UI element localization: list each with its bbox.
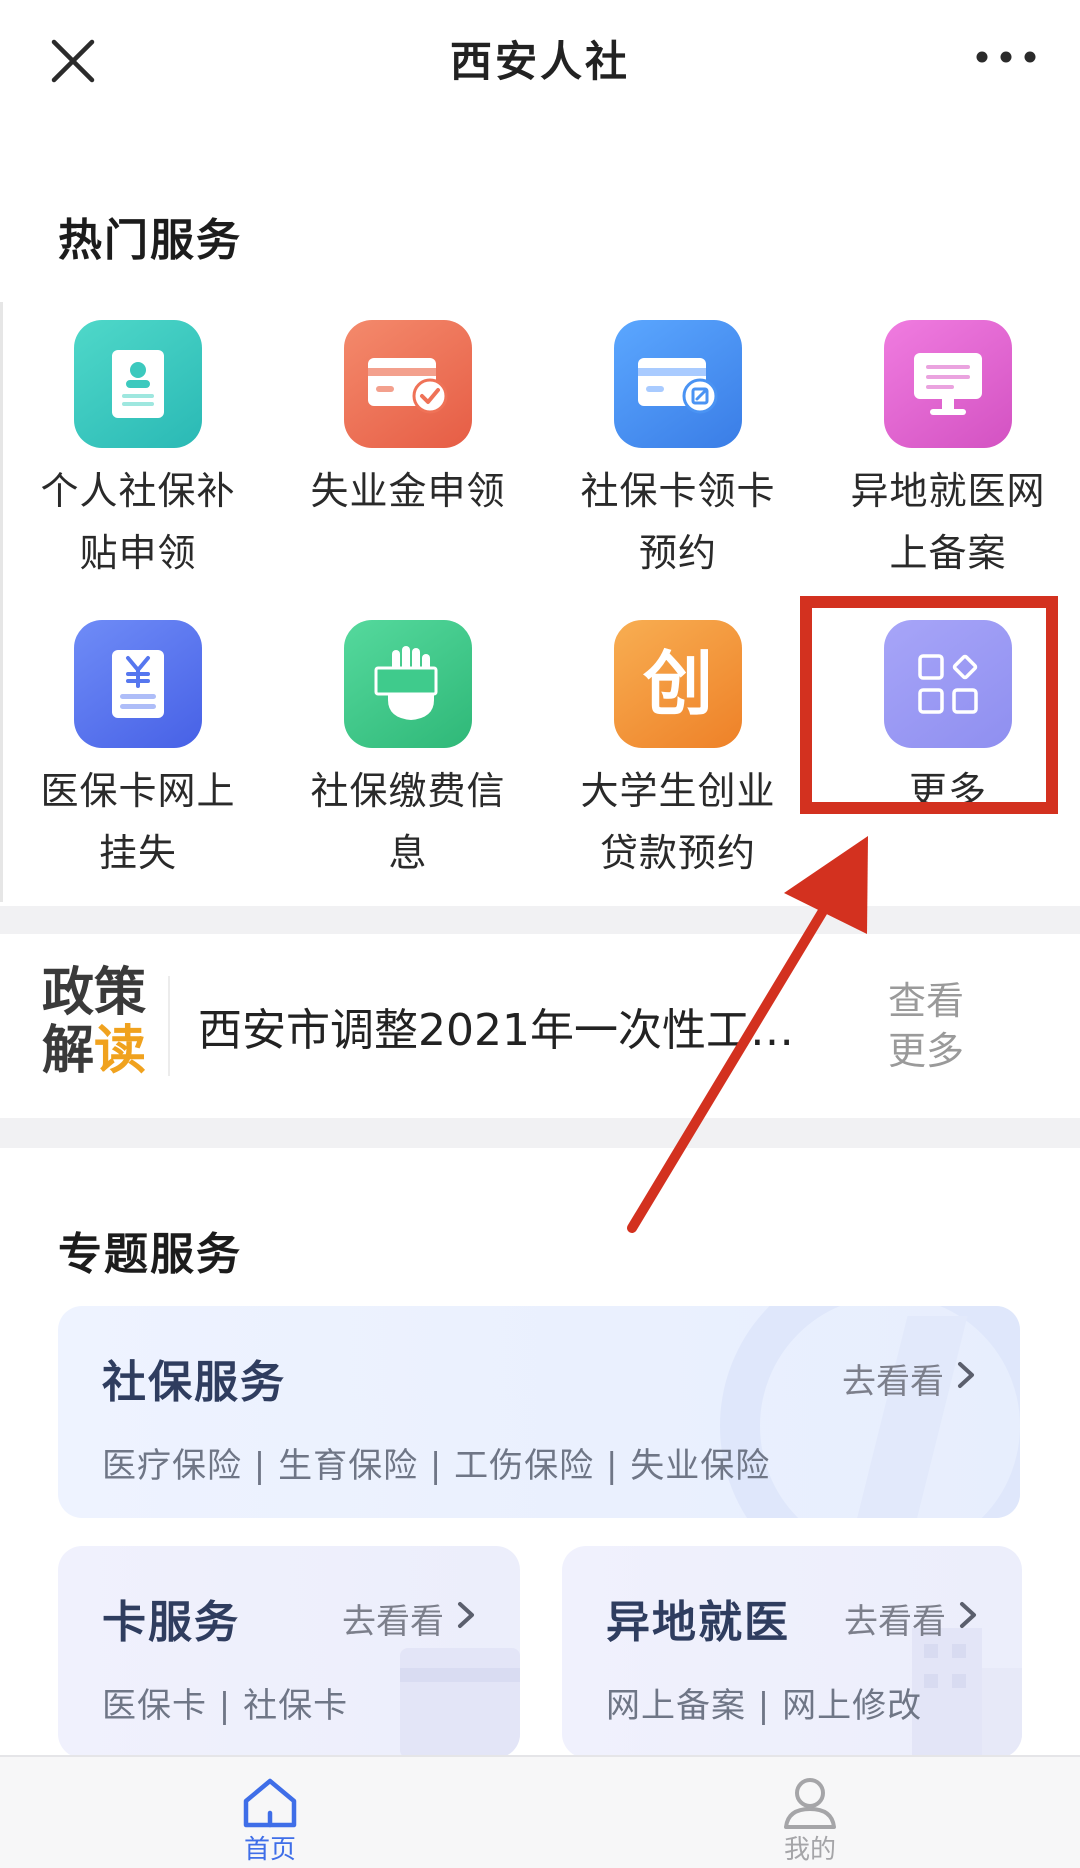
policy-badge-line1: 政策 (42, 963, 147, 1023)
bottom-nav: 首页 我的 (0, 1755, 1080, 1868)
chevron-right-icon (458, 1602, 474, 1628)
highlight-box-annotation (800, 596, 1058, 814)
view-more-line2: 更多 (888, 1029, 965, 1073)
home-icon (243, 1778, 297, 1828)
card-card-services[interactable]: 卡服务 去看看 医保卡 | 社保卡 (58, 1546, 520, 1758)
monitor-icon (884, 320, 1012, 448)
card-check-icon (344, 320, 472, 448)
service-unemployment-benefit[interactable]: 失业金申领 (273, 302, 543, 592)
service-ss-payment-info[interactable]: 社保缴费信 息 (273, 602, 543, 892)
more-options-icon[interactable] (974, 42, 1038, 72)
service-label-line1: 异地就医网 (850, 469, 1046, 513)
user-icon (784, 1778, 836, 1829)
policy-interpretation-row: 政策 解读 西安市调整2021年一次性工伤保险待遇 查看 更多 (0, 934, 1080, 1118)
card-social-security-services[interactable]: 社保服务 去看看 医疗保险 | 生育保险 | 工伤保险 | 失业保险 (58, 1306, 1020, 1518)
policy-badge: 政策 解读 (42, 964, 152, 1080)
service-label-line2: 挂失 (98, 831, 177, 875)
nav-mine[interactable]: 我的 (710, 1757, 910, 1868)
card-subtitle: 医保卡 | 社保卡 (102, 1686, 349, 1726)
card-remote-medical[interactable]: 异地就医 去看看 网上备案 | 网上修改 (562, 1546, 1022, 1758)
service-label-line1: 医保卡网上 (40, 769, 236, 813)
chevron-right-icon (958, 1362, 974, 1388)
hand-payment-icon (344, 620, 472, 748)
service-label-line2: 预约 (638, 531, 717, 575)
view-more-line1: 查看 (888, 979, 965, 1023)
top-bar: 西安人社 (0, 0, 1080, 115)
chuang-glyph: 创 (643, 643, 713, 725)
hot-services-heading: 热门服务 (58, 215, 242, 266)
service-label-line1: 大学生创业 (580, 769, 776, 813)
service-student-startup-loan[interactable]: 创 大学生创业 贷款预约 (543, 602, 813, 892)
nav-label: 首页 (243, 1835, 296, 1865)
nav-label: 我的 (783, 1835, 836, 1865)
policy-divider (168, 976, 170, 1076)
card-subtitle: 医疗保险 | 生育保险 | 工伤保险 | 失业保险 (102, 1446, 771, 1486)
chevron-right-icon (960, 1602, 976, 1628)
service-remote-medical-filing[interactable]: 异地就医网 上备案 (813, 302, 1080, 592)
service-label-line1: 社保卡领卡 (580, 469, 776, 513)
policy-view-more-link[interactable]: 查看 更多 (888, 976, 978, 1076)
service-label-line1: 失业金申领 (310, 469, 506, 513)
card-go-link[interactable]: 去看看 (842, 1354, 944, 1403)
page-title: 西安人社 (449, 37, 630, 86)
service-label-line2: 上备案 (889, 531, 1007, 575)
card-edit-icon (614, 320, 742, 448)
service-label-line2: 贴申领 (79, 531, 197, 575)
policy-badge-char: 解 (42, 1021, 95, 1081)
service-medical-card-report-loss[interactable]: 医保卡网上 挂失 (3, 602, 273, 892)
card-title: 社保服务 (102, 1357, 286, 1408)
chuang-char-icon: 创 (614, 620, 742, 748)
card-title: 卡服务 (102, 1597, 240, 1648)
service-label-line1: 个人社保补 (40, 469, 236, 513)
policy-badge-char-accent: 读 (94, 1021, 147, 1081)
section-divider (0, 906, 1080, 934)
service-label-line2: 息 (388, 831, 428, 875)
service-personal-subsidy[interactable]: 个人社保补 贴申领 (3, 302, 273, 592)
card-title: 异地就医 (606, 1597, 790, 1648)
card-subtitle: 网上备案 | 网上修改 (606, 1686, 923, 1726)
person-document-icon (74, 320, 202, 448)
section-divider (0, 1118, 1080, 1148)
special-services-heading: 专题服务 (58, 1229, 242, 1280)
service-sscard-appointment[interactable]: 社保卡领卡 预约 (543, 302, 813, 592)
service-label-line2: 贷款预约 (599, 831, 756, 875)
card-watermark-icon (400, 1648, 520, 1758)
policy-headline-link[interactable]: 西安市调整2021年一次性工伤保险待遇 (198, 994, 808, 1058)
service-label-line1: 社保缴费信 (310, 769, 506, 813)
nav-home[interactable]: 首页 (170, 1757, 370, 1868)
yuan-document-icon (74, 620, 202, 748)
card-go-link[interactable]: 去看看 (844, 1594, 946, 1643)
card-go-link[interactable]: 去看看 (342, 1594, 444, 1643)
